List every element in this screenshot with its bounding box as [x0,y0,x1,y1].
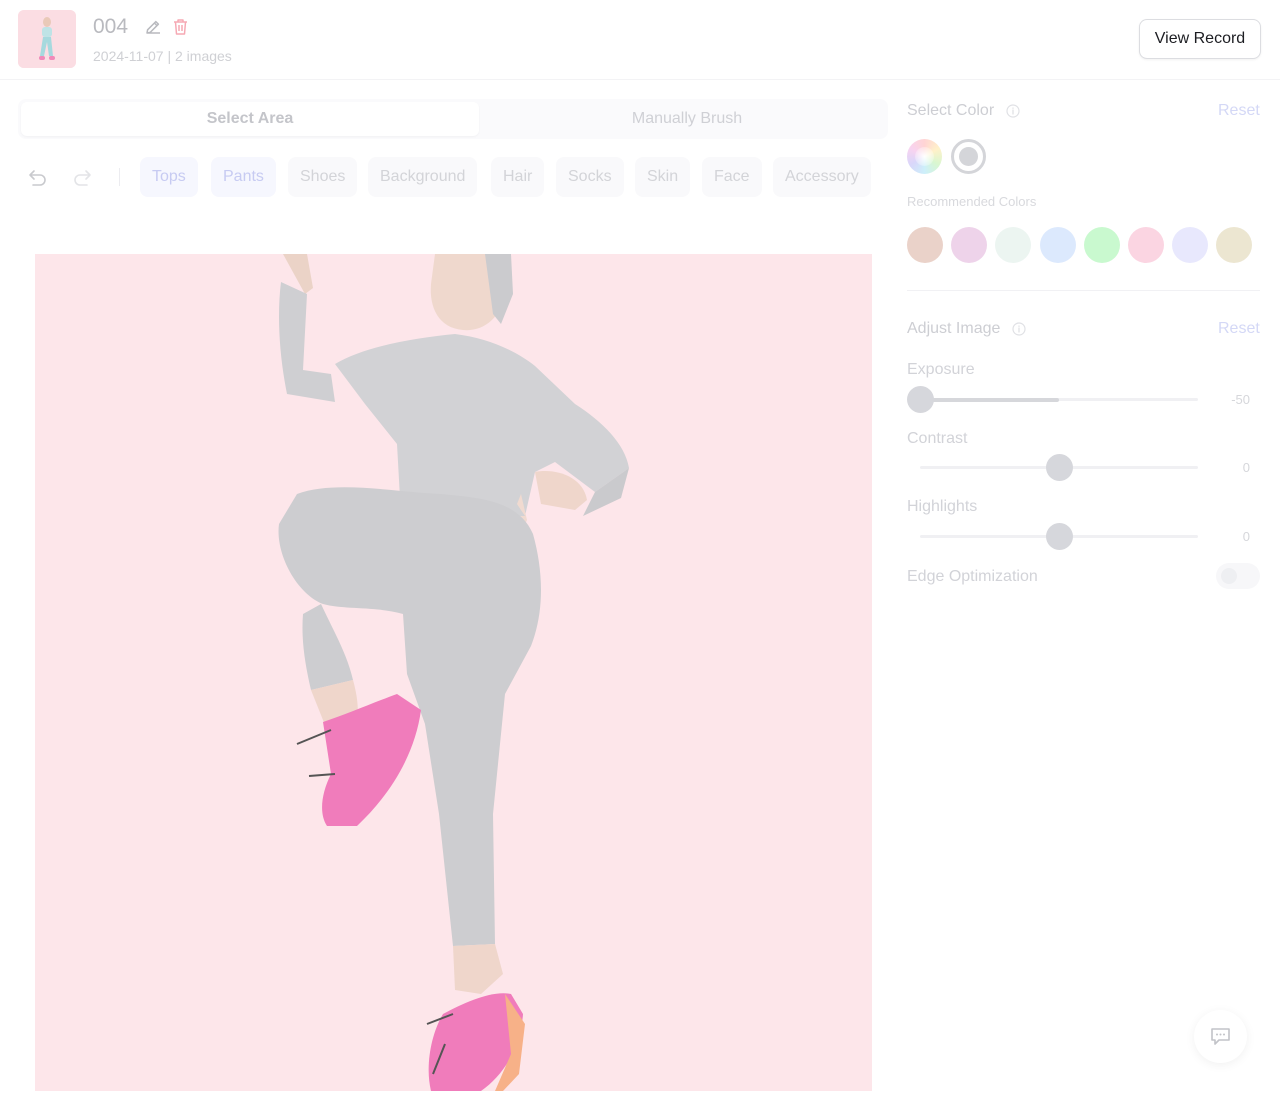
category-chip-hair[interactable]: Hair [491,157,545,197]
category-chip-tops[interactable]: Tops [140,157,198,197]
adjust-image-reset-link[interactable]: Reset [1218,320,1260,338]
exposure-slider-fill [920,398,1059,402]
tab-manually-brush[interactable]: Manually Brush [473,102,901,136]
contrast-slider-thumb[interactable] [1046,454,1073,481]
adjust-image-heading: Adjust Image [907,320,1001,337]
model-photo [35,254,872,1091]
contrast-label: Contrast [907,430,968,447]
category-chip-accessory[interactable]: Accessory [773,157,871,197]
view-record-button[interactable]: View Record [1139,19,1261,59]
project-meta: 2024-11-07 | 2 images [93,48,232,64]
category-chip-face[interactable]: Face [702,157,762,197]
chat-button[interactable] [1194,1010,1247,1063]
highlights-label: Highlights [907,498,978,515]
header-bar: 004 2024-11-07 | 2 images View Record [0,0,1280,80]
category-chip-pants[interactable]: Pants [211,157,276,197]
highlights-slider-thumb[interactable] [1046,523,1073,550]
category-chip-background[interactable]: Background [368,157,478,197]
recommended-color-swatch[interactable] [907,227,943,263]
info-icon[interactable] [1012,322,1026,336]
undo-icon[interactable] [27,166,49,188]
exposure-slider-track[interactable] [920,398,1198,402]
recommended-color-swatch[interactable] [1039,227,1076,263]
recommended-colors-label: Recommended Colors [907,194,1037,209]
mode-tabs: Manually Brush Select Area [18,99,888,139]
recommended-color-swatch[interactable] [1172,227,1209,263]
category-chip-shoes[interactable]: Shoes [288,157,358,197]
tab-select-area[interactable]: Select Area [21,102,479,136]
select-color-heading: Select Color [907,102,995,119]
exposure-value: -50 [1231,392,1250,407]
category-chip-skin[interactable]: Skin [635,157,691,197]
image-canvas[interactable] [35,254,872,1091]
chat-icon [1211,1028,1230,1045]
eyedropper-swatch[interactable] [951,139,986,174]
pencil-icon[interactable] [144,18,162,36]
exposure-label: Exposure [907,361,975,378]
trash-icon[interactable] [172,18,189,36]
exposure-slider-thumb[interactable] [907,386,934,413]
recommended-color-swatch[interactable] [1083,227,1120,263]
project-title: 004 [93,15,129,38]
recommended-color-swatch[interactable] [1128,227,1164,263]
select-color-reset-link[interactable]: Reset [1218,102,1260,120]
color-wheel-swatch[interactable] [907,139,942,174]
info-icon[interactable] [1006,104,1020,118]
toolbar-divider [119,168,120,186]
project-thumbnail[interactable] [18,10,76,68]
recommended-color-swatch[interactable] [995,227,1032,263]
edge-optimization-toggle[interactable] [1216,563,1260,589]
contrast-value: 0 [1242,460,1250,475]
recommended-color-swatch[interactable] [1216,227,1253,263]
redo-icon[interactable] [71,166,93,188]
panel-divider [907,290,1260,291]
highlights-value: 0 [1242,529,1250,544]
edge-optimization-label: Edge Optimization [907,568,1038,585]
recommended-color-swatch[interactable] [951,227,988,263]
category-chip-socks[interactable]: Socks [556,157,624,197]
